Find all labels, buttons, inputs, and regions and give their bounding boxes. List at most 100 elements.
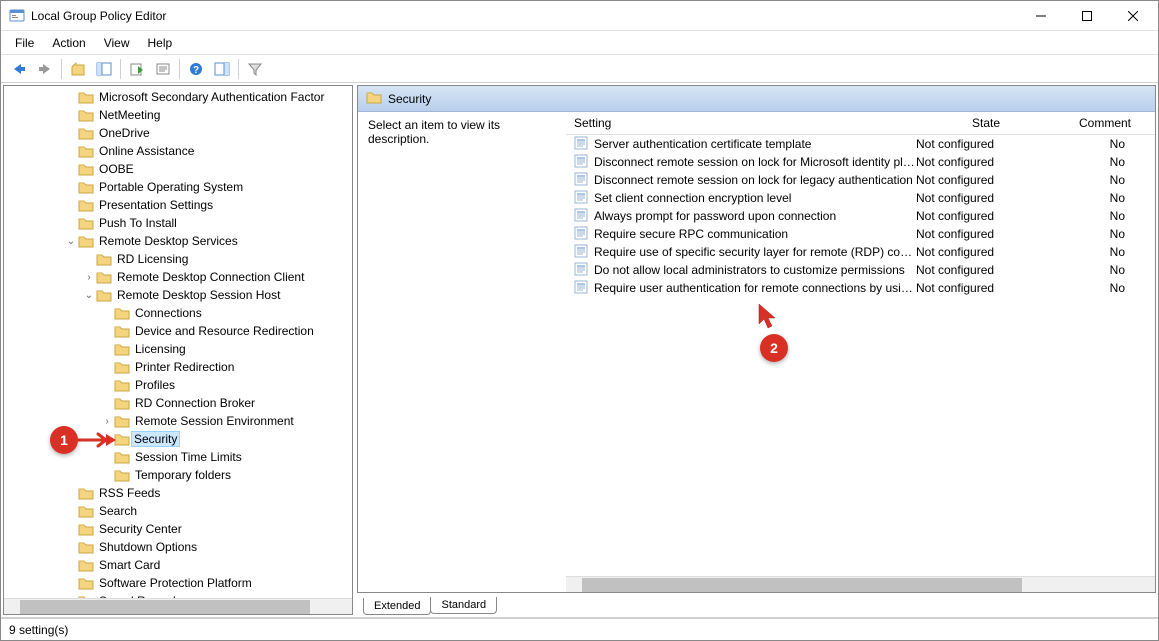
statusbar: 9 setting(s): [1, 618, 1158, 640]
policy-icon: [574, 190, 590, 206]
tree-item[interactable]: Presentation Settings: [6, 196, 352, 214]
folder-icon: [78, 558, 94, 572]
tree-item[interactable]: Session Time Limits: [6, 448, 352, 466]
setting-row[interactable]: Server authentication certificate templa…: [566, 135, 1155, 153]
tree-item[interactable]: › Remote Session Environment: [6, 412, 352, 430]
tree-item[interactable]: Smart Card: [6, 556, 352, 574]
setting-state: Not configured: [916, 227, 1056, 241]
tree-item[interactable]: OneDrive: [6, 124, 352, 142]
setting-row[interactable]: Disconnect remote session on lock for Mi…: [566, 153, 1155, 171]
tree-h-scrollbar[interactable]: [4, 598, 352, 614]
setting-state: Not configured: [916, 281, 1056, 295]
menu-action[interactable]: Action: [44, 34, 93, 52]
svg-text:?: ?: [193, 65, 199, 76]
tree-item-label: RSS Feeds: [98, 486, 161, 500]
toolbar-action-pane-button[interactable]: [210, 58, 234, 80]
tab-extended[interactable]: Extended: [363, 598, 431, 615]
setting-row[interactable]: Require use of specific security layer f…: [566, 243, 1155, 261]
tree-item[interactable]: OOBE: [6, 160, 352, 178]
tree-item-label: Search: [98, 504, 138, 518]
menu-file[interactable]: File: [7, 34, 42, 52]
folder-icon: [96, 288, 112, 302]
toolbar-back-button[interactable]: [7, 58, 31, 80]
tree-item[interactable]: Software Protection Platform: [6, 574, 352, 592]
folder-icon: [78, 198, 94, 212]
setting-row[interactable]: Require secure RPC communicationNot conf…: [566, 225, 1155, 243]
setting-row[interactable]: Do not allow local administrators to cus…: [566, 261, 1155, 279]
tree-item[interactable]: Device and Resource Redirection: [6, 322, 352, 340]
column-header-state[interactable]: State: [916, 112, 1056, 134]
column-header-comment[interactable]: Comment: [1056, 112, 1155, 134]
close-button[interactable]: [1110, 1, 1156, 31]
menu-view[interactable]: View: [96, 34, 138, 52]
chevron-down-icon[interactable]: ⌄: [64, 234, 78, 248]
folder-icon: [78, 144, 94, 158]
tab-standard[interactable]: Standard: [430, 597, 497, 614]
menu-help[interactable]: Help: [140, 34, 181, 52]
toolbar-help-button[interactable]: ?: [184, 58, 208, 80]
tree-item[interactable]: Search: [6, 502, 352, 520]
tree-item[interactable]: Shutdown Options: [6, 538, 352, 556]
expander-blank: [64, 504, 78, 518]
tree-item[interactable]: Temporary folders: [6, 466, 352, 484]
app-window: Local Group Policy Editor File Action Vi…: [0, 0, 1159, 641]
tree-item-label: NetMeeting: [98, 108, 161, 122]
tree-item[interactable]: Portable Operating System: [6, 178, 352, 196]
toolbar-refresh-button[interactable]: [151, 58, 175, 80]
setting-row[interactable]: Disconnect remote session on lock for le…: [566, 171, 1155, 189]
tree-item[interactable]: Connections: [6, 304, 352, 322]
setting-name: Disconnect remote session on lock for le…: [594, 173, 916, 187]
minimize-button[interactable]: [1018, 1, 1064, 31]
expander-blank: [64, 108, 78, 122]
setting-row[interactable]: Require user authentication for remote c…: [566, 279, 1155, 297]
toolbar-export-button[interactable]: [125, 58, 149, 80]
folder-icon: [78, 576, 94, 590]
setting-row[interactable]: Set client connection encryption levelNo…: [566, 189, 1155, 207]
folder-icon: [114, 378, 130, 392]
tree-item[interactable]: Push To Install: [6, 214, 352, 232]
setting-name: Require secure RPC communication: [594, 227, 916, 241]
expander-blank: [64, 198, 78, 212]
content-header: Security: [358, 86, 1155, 112]
setting-comment: No: [1056, 173, 1155, 187]
toolbar-tree-button[interactable]: [92, 58, 116, 80]
tree-item[interactable]: RSS Feeds: [6, 484, 352, 502]
toolbar-up-button[interactable]: [66, 58, 90, 80]
setting-row[interactable]: Always prompt for password upon connecti…: [566, 207, 1155, 225]
tree-item[interactable]: Security: [6, 430, 352, 448]
chevron-right-icon[interactable]: ›: [82, 270, 96, 284]
description-column: Select an item to view its description.: [358, 112, 566, 592]
folder-icon: [78, 180, 94, 194]
setting-comment: No: [1056, 281, 1155, 295]
settings-h-scrollbar[interactable]: [566, 576, 1155, 592]
tree-item[interactable]: Profiles: [6, 376, 352, 394]
toolbar-forward-button[interactable]: [33, 58, 57, 80]
chevron-down-icon[interactable]: ⌄: [82, 288, 96, 302]
policy-icon: [574, 226, 590, 242]
tree-item-label: Session Time Limits: [134, 450, 243, 464]
toolbar-filter-button[interactable]: [243, 58, 267, 80]
window-title: Local Group Policy Editor: [31, 9, 1018, 23]
expander-blank: [64, 126, 78, 140]
tree-item[interactable]: RD Connection Broker: [6, 394, 352, 412]
expander-blank: [100, 378, 114, 392]
folder-icon: [114, 432, 130, 446]
tree-item[interactable]: RD Licensing: [6, 250, 352, 268]
chevron-right-icon[interactable]: ›: [100, 414, 114, 428]
tree-item[interactable]: NetMeeting: [6, 106, 352, 124]
tree-item[interactable]: Printer Redirection: [6, 358, 352, 376]
tree-item[interactable]: Security Center: [6, 520, 352, 538]
tree-item[interactable]: Microsoft Secondary Authentication Facto…: [6, 88, 352, 106]
setting-comment: No: [1056, 245, 1155, 259]
tree-item-label: Connections: [134, 306, 203, 320]
tree-item[interactable]: Online Assistance: [6, 142, 352, 160]
tree-item[interactable]: Licensing: [6, 340, 352, 358]
tree-item[interactable]: ›Remote Desktop Connection Client: [6, 268, 352, 286]
maximize-button[interactable]: [1064, 1, 1110, 31]
column-header-setting[interactable]: Setting: [566, 112, 916, 134]
tree-pane[interactable]: Microsoft Secondary Authentication Facto…: [3, 85, 353, 615]
folder-icon: [78, 108, 94, 122]
tree-item[interactable]: ⌄Remote Desktop Services: [6, 232, 352, 250]
tree-item-label: Remote Session Environment: [134, 414, 295, 428]
tree-item[interactable]: ⌄Remote Desktop Session Host: [6, 286, 352, 304]
